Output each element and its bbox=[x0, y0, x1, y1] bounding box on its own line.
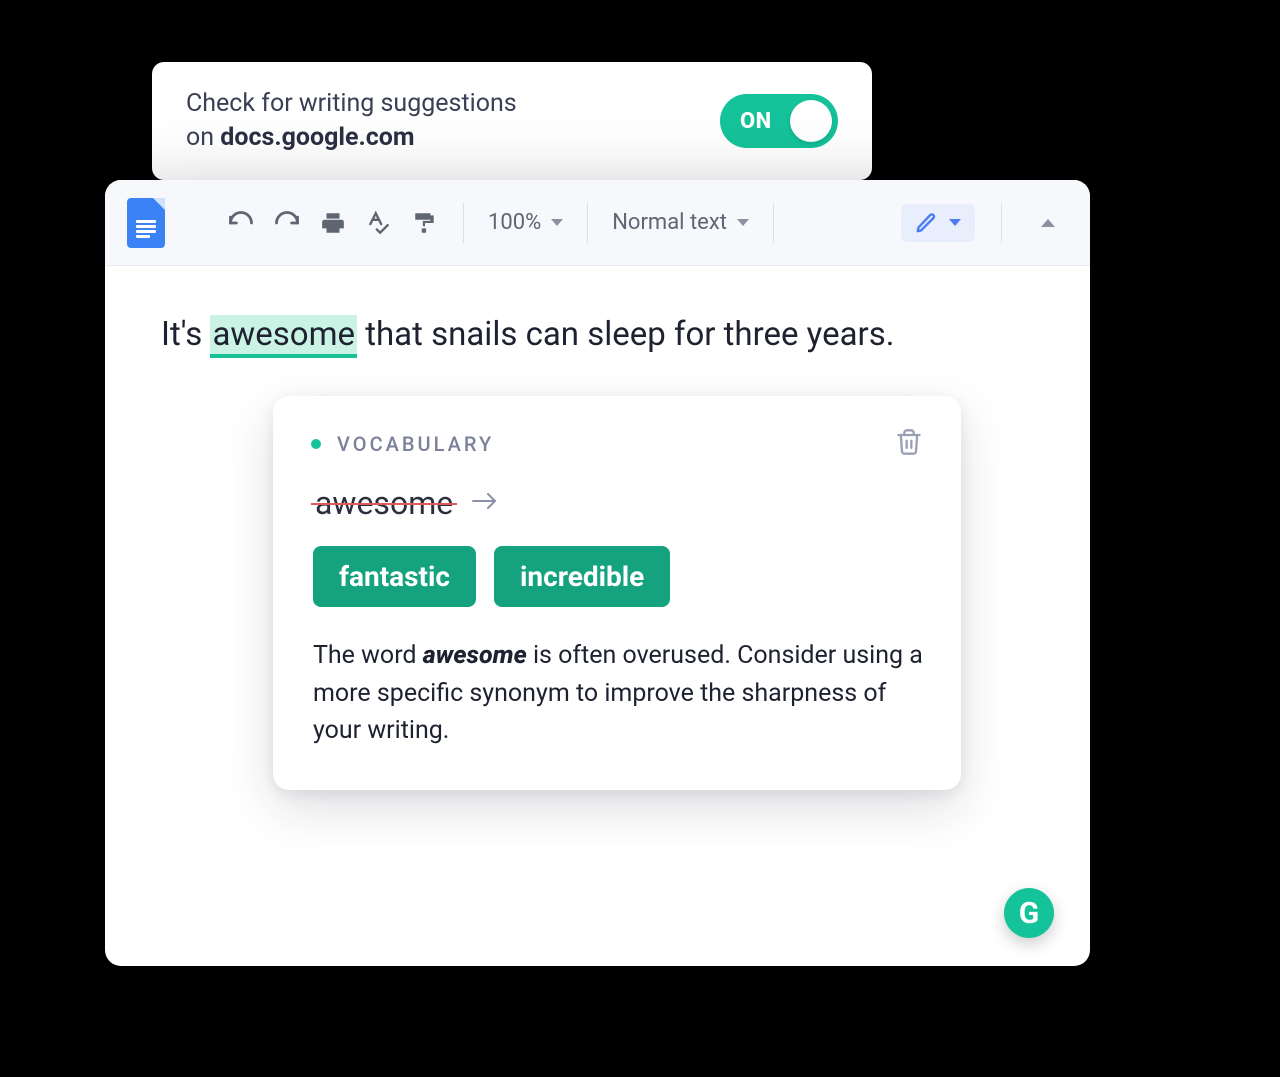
extension-settings-card: Check for writing suggestions on docs.go… bbox=[152, 62, 872, 180]
replacement-chip[interactable]: incredible bbox=[494, 546, 670, 607]
chevron-down-icon bbox=[737, 219, 749, 226]
document-line: It's awesome that snails can sleep for t… bbox=[161, 312, 1034, 358]
original-word: awesome bbox=[315, 484, 453, 522]
grammarly-button[interactable]: G bbox=[1004, 888, 1054, 938]
grammarly-glyph: G bbox=[1019, 896, 1039, 931]
settings-line1: Check for writing suggestions bbox=[186, 89, 517, 118]
highlighted-word[interactable]: awesome bbox=[210, 315, 357, 358]
toggle-label: ON bbox=[740, 109, 772, 134]
settings-domain: docs.google.com bbox=[220, 123, 414, 152]
toolbar-separator bbox=[587, 203, 588, 243]
toolbar: 100% Normal text bbox=[105, 180, 1090, 266]
desc-word: awesome bbox=[423, 641, 527, 670]
docs-icon[interactable] bbox=[127, 198, 165, 248]
replacement-chip-row: fantastic incredible bbox=[311, 546, 923, 607]
document-body[interactable]: It's awesome that snails can sleep for t… bbox=[105, 266, 1090, 404]
docs-icon-lines bbox=[136, 220, 156, 238]
chevron-down-icon bbox=[551, 219, 563, 226]
paragraph-style-value: Normal text bbox=[612, 210, 727, 235]
arrow-right-icon bbox=[471, 491, 499, 515]
suggestion-header-left: VOCABULARY bbox=[311, 432, 494, 456]
settings-text: Check for writing suggestions on docs.go… bbox=[186, 87, 517, 155]
spellcheck-icon bbox=[366, 210, 392, 236]
zoom-dropdown[interactable]: 100% bbox=[482, 210, 569, 235]
suggestions-toggle[interactable]: ON bbox=[720, 94, 838, 148]
suggestion-description: The word awesome is often overused. Cons… bbox=[311, 637, 923, 750]
settings-line2-prefix: on bbox=[186, 123, 220, 152]
suggestion-header: VOCABULARY bbox=[311, 428, 923, 460]
dismiss-button[interactable] bbox=[895, 428, 923, 460]
print-button[interactable] bbox=[313, 203, 353, 243]
pencil-icon bbox=[915, 212, 937, 234]
suggestion-category: VOCABULARY bbox=[337, 432, 494, 456]
undo-button[interactable] bbox=[221, 203, 261, 243]
toolbar-separator bbox=[1001, 203, 1002, 243]
desc-pre: The word bbox=[313, 641, 423, 670]
suggestion-card: VOCABULARY awesome fantastic incredible … bbox=[273, 396, 961, 790]
editing-mode-dropdown[interactable] bbox=[901, 204, 975, 242]
collapse-toolbar-button[interactable] bbox=[1028, 203, 1068, 243]
category-dot-icon bbox=[311, 439, 321, 449]
paragraph-style-dropdown[interactable]: Normal text bbox=[606, 210, 755, 235]
print-icon bbox=[320, 210, 346, 236]
paint-format-button[interactable] bbox=[405, 203, 445, 243]
redo-button[interactable] bbox=[267, 203, 307, 243]
paint-roller-icon bbox=[412, 210, 438, 236]
replacement-chip[interactable]: fantastic bbox=[313, 546, 476, 607]
toggle-knob bbox=[790, 100, 832, 142]
chevron-down-icon bbox=[949, 219, 961, 226]
trash-icon bbox=[895, 428, 923, 456]
doc-text-prefix: It's bbox=[161, 315, 210, 354]
zoom-value: 100% bbox=[488, 210, 541, 235]
undo-icon bbox=[227, 209, 255, 237]
original-word-row: awesome bbox=[311, 484, 923, 522]
doc-text-suffix: that snails can sleep for three years. bbox=[357, 315, 894, 354]
toolbar-separator bbox=[463, 203, 464, 243]
chevron-up-icon bbox=[1041, 219, 1055, 227]
spellcheck-button[interactable] bbox=[359, 203, 399, 243]
redo-icon bbox=[273, 209, 301, 237]
toolbar-right bbox=[901, 203, 1068, 243]
toolbar-separator bbox=[773, 203, 774, 243]
